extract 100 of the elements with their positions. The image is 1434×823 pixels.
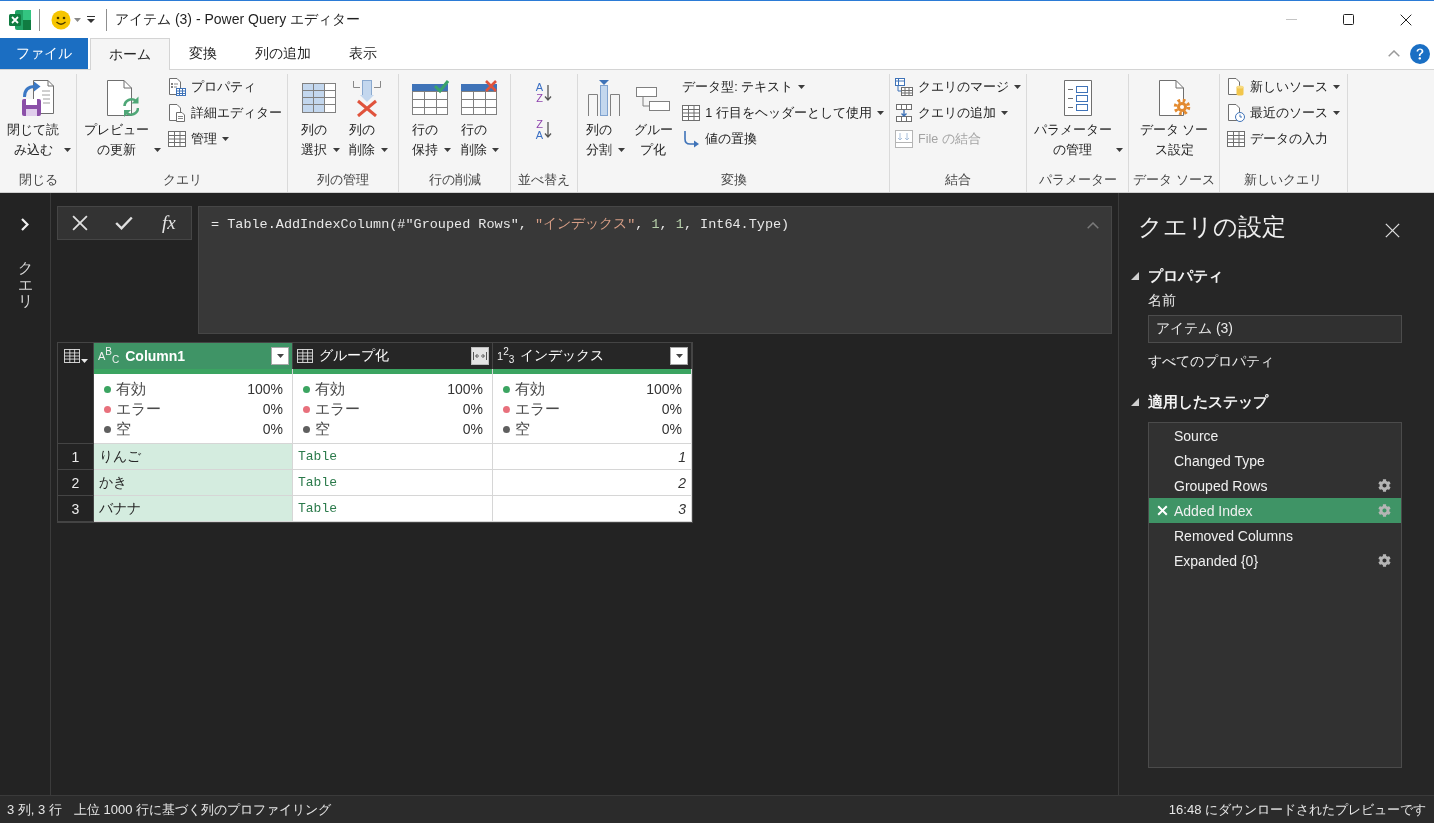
group-label: 行の削減 — [427, 171, 482, 189]
group-blocks-icon — [635, 84, 672, 112]
ribbon-button[interactable]: 列の分割 — [581, 74, 627, 160]
column-name: Column1 — [125, 348, 187, 364]
table-icon — [297, 349, 313, 363]
ribbon-button[interactable]: 詳細エディター — [166, 100, 284, 126]
group-label: 結合 — [944, 171, 972, 189]
table-cell: 3 — [493, 496, 692, 522]
ribbon-tab[interactable]: 表示 — [330, 38, 396, 69]
filter-button[interactable] — [670, 347, 688, 365]
ribbon-button[interactable]: データの入力 — [1224, 126, 1342, 152]
ribbon-button[interactable]: データ型: テキスト — [680, 74, 886, 100]
file-combine-icon — [895, 130, 913, 148]
sort-button[interactable]: Z A — [530, 113, 558, 147]
ribbon-tab[interactable]: 列の追加 — [236, 38, 330, 69]
close-icon — [1399, 13, 1412, 26]
ribbon-button[interactable]: プロパティ — [166, 74, 284, 100]
table-menu-button[interactable] — [63, 349, 88, 363]
close-icon — [72, 215, 89, 231]
ribbon-button[interactable]: 行の保持 — [407, 74, 453, 160]
help-button[interactable] — [1410, 43, 1430, 64]
step-item[interactable]: Expanded {0} — [1149, 548, 1401, 573]
ribbon-button[interactable]: クエリの追加 — [893, 100, 1023, 126]
status-text: 上位 1000 行に基づく列のプロファイリング — [73, 800, 332, 819]
stat-value: 100% — [447, 381, 483, 397]
properties-icon — [168, 78, 186, 96]
ribbon-tab[interactable]: ファイル — [0, 38, 88, 69]
pane-label: クエリ — [17, 260, 33, 310]
customize-caret-icon — [87, 15, 95, 24]
group-label: 並べ替え — [517, 171, 571, 189]
ribbon-button[interactable]: 行の削除 — [456, 74, 502, 160]
group-label: パラメーター — [1037, 171, 1118, 189]
down-arrow-icon — [544, 85, 553, 101]
stat-label: エラー — [315, 399, 361, 419]
stat-value: 100% — [646, 381, 682, 397]
all-properties-link[interactable]: すべてのプロパティ — [1148, 351, 1274, 371]
filter-button[interactable] — [271, 347, 289, 365]
caret-icon — [675, 354, 683, 358]
step-item[interactable]: Changed Type — [1149, 448, 1401, 473]
step-item[interactable]: Source — [1149, 423, 1401, 448]
name-field[interactable]: アイテム (3) — [1148, 315, 1402, 343]
stat-label: 有効 — [515, 379, 546, 399]
close-icon — [1384, 222, 1400, 238]
status-text: 3 列, 3 行 — [7, 800, 62, 819]
ribbon-tab[interactable]: 変換 — [170, 38, 236, 69]
parameter-list-icon — [1062, 79, 1093, 117]
stat-label: 有効 — [116, 379, 147, 399]
ribbon-button[interactable]: 値の置換 — [680, 126, 886, 152]
formula-text: = Table.AddIndexColumn(#"Grouped Rows", "インデックス", 1, 1, Int64.Type) — [211, 216, 790, 234]
table-icon — [682, 105, 701, 121]
document-gear-icon — [1157, 79, 1192, 117]
stat-label: 有効 — [315, 379, 346, 399]
collapse-formula-button[interactable] — [1087, 222, 1099, 229]
collapse-ribbon-button[interactable] — [1388, 50, 1400, 57]
ribbon-button[interactable]: 管理 — [166, 126, 284, 152]
group-label: 変換 — [719, 171, 748, 189]
table-cell: Table — [293, 496, 493, 522]
ribbon-button[interactable]: 最近のソース — [1224, 100, 1342, 126]
table-icon — [63, 349, 80, 363]
refresh-document-icon — [104, 79, 139, 117]
step-item[interactable]: Removed Columns — [1149, 523, 1401, 548]
section-header[interactable]: プロパティ — [1131, 265, 1223, 287]
ribbon-tab[interactable]: ホーム — [90, 38, 170, 70]
table-cell: バナナ — [94, 496, 293, 522]
stat-label: 空 — [116, 419, 132, 439]
ribbon-button[interactable]: パラメーターの管理 — [1030, 74, 1126, 160]
stat-value: 0% — [462, 421, 483, 437]
stat-label: 空 — [315, 419, 331, 439]
ribbon-button[interactable]: 閉じて読み込む — [3, 74, 74, 160]
ribbon-button[interactable]: 列の選択 — [296, 74, 342, 160]
chevron-up-icon — [1087, 222, 1099, 229]
delete-icon — [1156, 505, 1168, 516]
ribbon-button[interactable]: プレビューの更新 — [80, 74, 163, 160]
chevron-up-icon — [1388, 50, 1400, 57]
formula-field[interactable]: = Table.AddIndexColumn(#"Grouped Rows", "インデックス", 1, 1, Int64.Type) — [198, 206, 1112, 334]
section-header[interactable]: 適用したステップ — [1131, 391, 1268, 413]
ribbon-button[interactable]: 1 行目をヘッダーとして使用 — [680, 100, 886, 126]
document-cylinder-icon — [1226, 78, 1245, 96]
table-cell: Table — [293, 470, 493, 496]
floppy-disk-icon — [21, 79, 56, 117]
ribbon-button[interactable]: データ ソース設定 — [1135, 74, 1213, 160]
status-text: 16:48 にダウンロードされたプレビューです — [1168, 800, 1426, 819]
ribbon-button[interactable]: グループ化 — [629, 74, 678, 160]
step-item[interactable]: Grouped Rows — [1149, 473, 1401, 498]
group-label: 新しいクエリ — [1243, 171, 1324, 189]
ribbon-button[interactable]: 新しいソース — [1224, 74, 1342, 100]
ribbon-button[interactable]: 列の削除 — [344, 74, 390, 160]
table-cell: 1 — [493, 444, 692, 470]
group-label: データ ソース — [1132, 171, 1216, 189]
table-icon — [168, 131, 186, 147]
caret-icon — [74, 17, 81, 22]
maximize-icon — [1343, 14, 1354, 25]
table-cell: Table — [293, 444, 493, 470]
document-clock-icon — [1226, 104, 1245, 122]
expand-column-button[interactable] — [471, 347, 489, 365]
row-check-icon — [411, 80, 450, 116]
table-append-icon — [895, 104, 913, 122]
sort-button[interactable]: A Z — [530, 76, 558, 110]
stat-value: 0% — [262, 401, 283, 417]
ribbon-button[interactable]: クエリのマージ — [893, 74, 1023, 100]
